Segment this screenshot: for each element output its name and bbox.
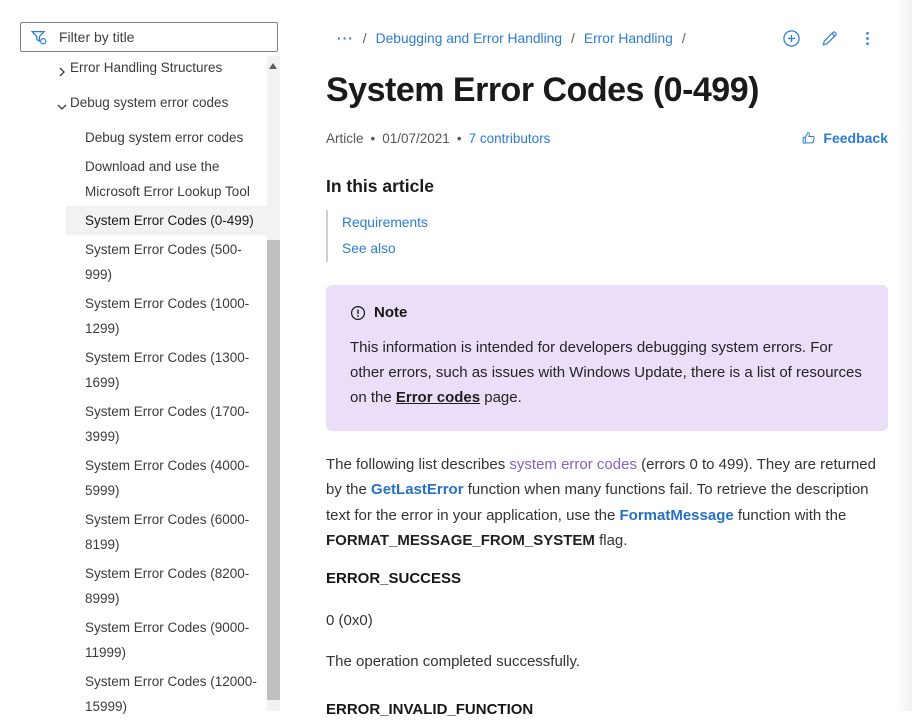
- note-info-icon: [350, 305, 366, 321]
- page-actions: [782, 29, 877, 48]
- breadcrumb-separator: /: [571, 31, 575, 46]
- intro-text: The following list describes: [326, 456, 509, 473]
- toc-sidebar: Error Handling Structures Debug system er…: [0, 0, 310, 711]
- toc-item[interactable]: System Error Codes (1300-1699): [66, 343, 267, 397]
- toc-item[interactable]: System Error Codes (9000-11999): [66, 613, 267, 667]
- breadcrumb-overflow-button[interactable]: ···: [337, 31, 354, 46]
- toc-item-label: System Error Codes (8200-8999): [85, 566, 249, 606]
- circle-plus-icon: [782, 29, 801, 48]
- article-date: 01/07/2021: [382, 131, 450, 146]
- intro-text: FORMAT_MESSAGE_FROM_SYSTEM: [326, 532, 595, 549]
- toc-scrollbar-thumb[interactable]: [267, 240, 280, 700]
- error-entries: ERROR_SUCCESS 0 (0x0) The operation comple…: [326, 568, 888, 720]
- intro-paragraph: The following list describes system erro…: [326, 452, 888, 553]
- toc-item[interactable]: System Error Codes (1700-3999): [66, 397, 267, 451]
- chevron-down-icon: [56, 90, 70, 121]
- in-this-article-links: RequirementsSee also: [326, 210, 888, 262]
- docs-page: Error Handling Structures Debug system er…: [0, 0, 912, 711]
- toc-item[interactable]: System Error Codes (12000-15999): [66, 667, 267, 721]
- toc-item[interactable]: System Error Codes (0-499): [66, 206, 267, 235]
- breadcrumb-separator: /: [682, 31, 686, 46]
- article-main: ··· / Debugging and Error Handling / Error …: [326, 0, 888, 711]
- error-name: ERROR_INVALID_FUNCTION: [326, 699, 888, 720]
- toc-item[interactable]: Download and use the Microsoft Error Loo…: [66, 152, 267, 206]
- scroll-up-icon[interactable]: [269, 63, 277, 69]
- toc-item[interactable]: System Error Codes (4000-5999): [66, 451, 267, 505]
- in-article-link[interactable]: See also: [342, 236, 888, 262]
- error-description: The operation completed successfully.: [326, 651, 888, 672]
- toc-item-label: Debug system error codes: [85, 130, 243, 145]
- intro-link[interactable]: system error codes: [509, 456, 637, 473]
- error-value: 0 (0x0): [326, 610, 888, 631]
- toc-item-label: System Error Codes (6000-8199): [85, 512, 249, 552]
- right-edge-fade: [896, 0, 912, 711]
- intro-text: flag.: [595, 532, 628, 549]
- toc-list: Error Handling Structures Debug system er…: [0, 53, 267, 721]
- toc-scrollbar[interactable]: [267, 56, 280, 711]
- toc-item-label: Download and use the Microsoft Error Loo…: [85, 159, 250, 199]
- filter-input[interactable]: [57, 28, 268, 46]
- breadcrumb: ··· / Debugging and Error Handling / Error …: [337, 31, 686, 46]
- pencil-icon: [820, 29, 839, 48]
- toc-item-label: System Error Codes (1000-1299): [85, 296, 249, 336]
- in-this-article-heading: In this article: [326, 176, 888, 197]
- toc-item[interactable]: Debug system error codes: [0, 88, 267, 123]
- edit-button[interactable]: [820, 29, 839, 48]
- add-button[interactable]: [782, 29, 801, 48]
- intro-link[interactable]: FormatMessage: [620, 507, 734, 524]
- meta-separator: •: [457, 131, 462, 146]
- filter-box[interactable]: [20, 22, 278, 52]
- breadcrumb-link[interactable]: Error Handling: [584, 31, 673, 46]
- error-name: ERROR_SUCCESS: [326, 568, 888, 589]
- contributors-link[interactable]: 7 contributors: [469, 131, 551, 146]
- feedback-button[interactable]: Feedback: [801, 130, 888, 146]
- note-callout: Note This information is intended for de…: [326, 285, 888, 431]
- toc-item[interactable]: System Error Codes (1000-1299): [66, 289, 267, 343]
- chevron-right-icon: [56, 55, 70, 86]
- toc-item-label: Debug system error codes: [70, 90, 228, 121]
- toc-item[interactable]: System Error Codes (8200-8999): [66, 559, 267, 613]
- note-link[interactable]: Error codes: [396, 389, 480, 406]
- page-title: System Error Codes (0-499): [326, 68, 888, 112]
- meta-separator: •: [371, 131, 376, 146]
- note-text: page.: [480, 389, 522, 406]
- toc-item[interactable]: Debug system error codes: [66, 123, 267, 152]
- breadcrumb-separator: /: [363, 31, 367, 46]
- toc-item-label: System Error Codes (0-499): [85, 213, 254, 228]
- note-header: Note: [350, 304, 864, 321]
- breadcrumb-link[interactable]: Debugging and Error Handling: [376, 31, 562, 46]
- toc-item-label: System Error Codes (1700-3999): [85, 404, 249, 444]
- intro-link[interactable]: GetLastError: [371, 481, 464, 498]
- article-meta: Article • 01/07/2021 • 7 contributors Fe…: [326, 130, 888, 146]
- in-article-link[interactable]: Requirements: [342, 210, 888, 236]
- toc-item-label: Error Handling Structures: [70, 55, 222, 86]
- more-options-button[interactable]: [858, 29, 877, 48]
- toc-item[interactable]: System Error Codes (500-999): [66, 235, 267, 289]
- vertical-ellipsis-icon: [858, 29, 877, 48]
- toc-item-label: System Error Codes (500-999): [85, 242, 242, 282]
- thumbs-up-icon: [801, 130, 817, 146]
- toc-item-label: System Error Codes (1300-1699): [85, 350, 249, 390]
- toc-item[interactable]: System Error Codes (6000-8199): [66, 505, 267, 559]
- feedback-label: Feedback: [823, 130, 888, 146]
- toc-item-label: System Error Codes (12000-15999): [85, 674, 257, 714]
- toc-item[interactable]: Error Handling Structures: [0, 53, 267, 88]
- toc-item-label: System Error Codes (9000-11999): [85, 620, 249, 660]
- toc-item-label: System Error Codes (4000-5999): [85, 458, 249, 498]
- article-kind: Article: [326, 131, 364, 146]
- intro-text: function with the: [734, 507, 847, 524]
- filter-icon: [30, 28, 48, 46]
- note-body: This information is intended for develop…: [350, 335, 864, 410]
- note-title: Note: [374, 304, 407, 321]
